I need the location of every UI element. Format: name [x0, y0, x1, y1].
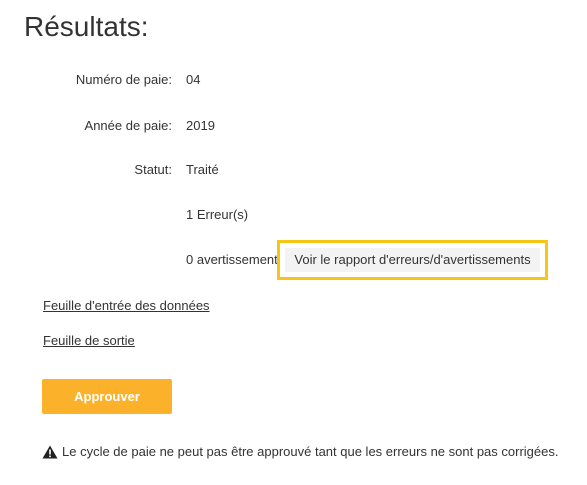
pay-number-value: 04	[186, 72, 201, 87]
warnings-count: 0 avertissements	[186, 252, 278, 267]
pay-year-value: 2019	[186, 118, 215, 133]
data-entry-sheet-link[interactable]: Feuille d'entrée des données	[43, 298, 210, 313]
pay-number-label: Numéro de paie:	[75, 72, 172, 87]
output-sheet-link[interactable]: Feuille de sortie	[43, 333, 135, 348]
page-title: Résultats:	[24, 11, 149, 42]
report-button-highlight: Voir le rapport d'erreurs/d'avertissemen…	[277, 240, 548, 280]
errors-count: 1 Erreur(s)	[186, 207, 249, 222]
status-value: Traité	[186, 162, 219, 177]
view-report-button[interactable]: Voir le rapport d'erreurs/d'avertissemen…	[285, 248, 540, 272]
approval-notice: Le cycle de paie ne peut pas être approu…	[42, 444, 558, 459]
warning-icon	[42, 445, 58, 459]
approve-button[interactable]: Approuver	[42, 379, 172, 414]
approval-notice-text: Le cycle de paie ne peut pas être approu…	[62, 444, 559, 459]
pay-year-label: Année de paie:	[84, 118, 172, 133]
status-label: Statut:	[134, 162, 172, 177]
